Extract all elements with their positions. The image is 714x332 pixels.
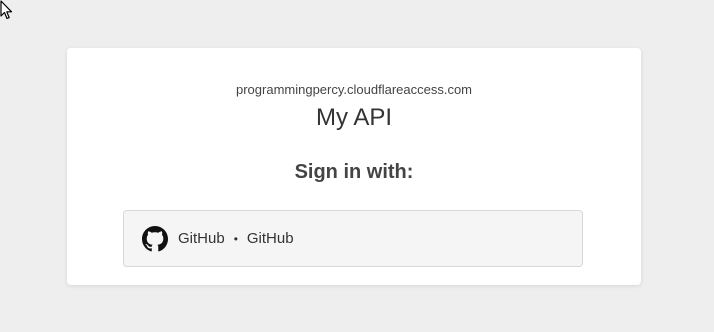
sign-in-heading: Sign in with: (294, 161, 414, 183)
separator-dot: • (233, 231, 238, 246)
login-card: programmingpercy.cloudflareaccess.com My… (67, 48, 641, 285)
team-domain: programmingpercy.cloudflareaccess.com (235, 82, 473, 97)
application-title: My API (315, 104, 393, 131)
provider-name: GitHub (246, 230, 294, 247)
mouse-cursor-icon (0, 0, 14, 20)
github-icon (142, 225, 168, 252)
provider-type: GitHub (178, 230, 225, 247)
github-login-button[interactable]: GitHub • GitHub (123, 210, 583, 267)
